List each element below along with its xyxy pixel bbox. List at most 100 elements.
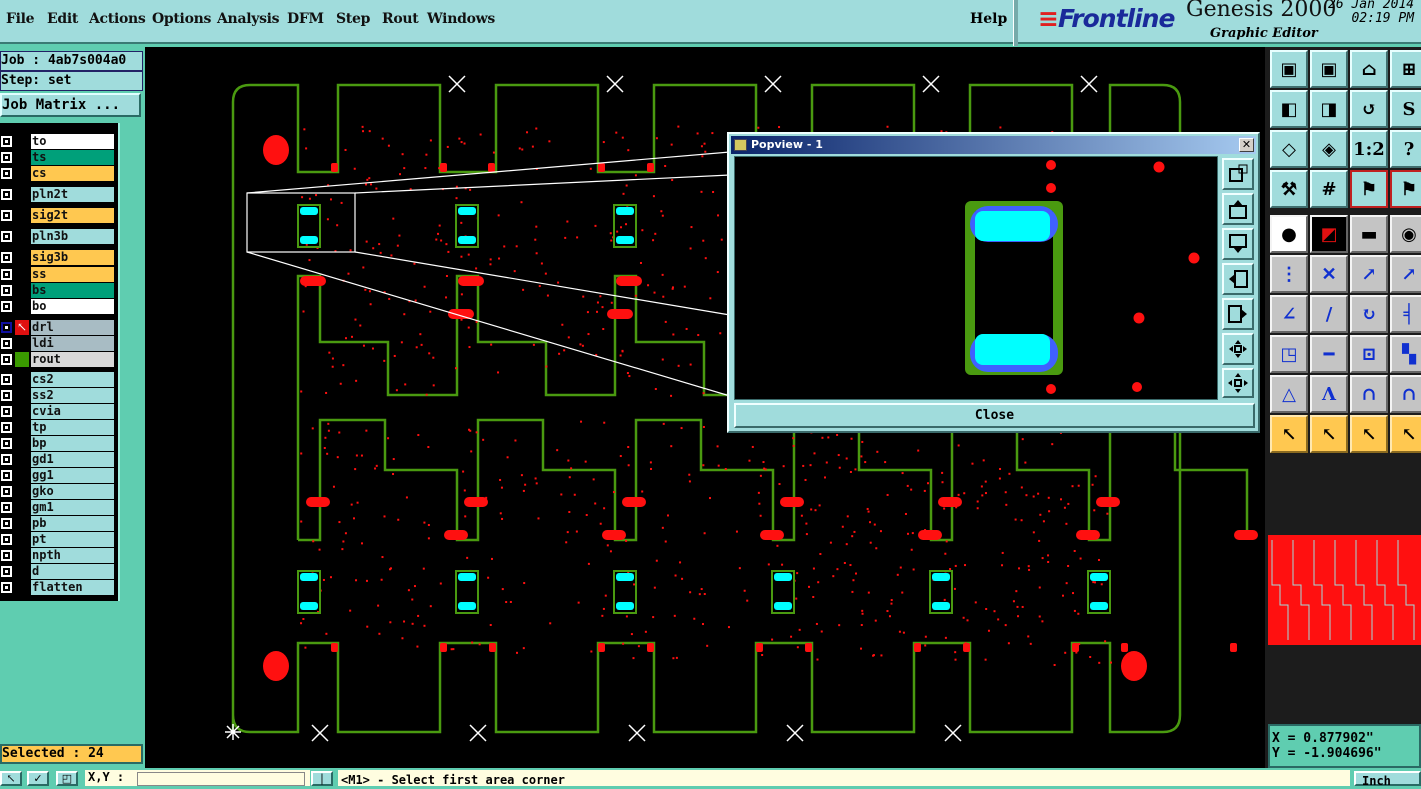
pointer-box-icon[interactable]: ↖ [1310, 415, 1348, 453]
pointer-route-icon[interactable]: ↖ [1390, 415, 1421, 453]
popview-pan-up-icon[interactable] [1222, 193, 1254, 225]
layer-checkbox[interactable] [1, 470, 12, 481]
layer-row-gm1[interactable]: gm1 [0, 500, 116, 515]
layer-row-bp[interactable]: bp [0, 436, 116, 451]
confirm-button[interactable]: ✓ [27, 771, 49, 786]
layer-row-bs[interactable]: bs [0, 283, 116, 298]
layer-name[interactable]: cs2 [31, 372, 114, 387]
layer-checkbox[interactable] [1, 438, 12, 449]
layer-checkbox[interactable] [1, 518, 12, 529]
help-icon[interactable]: ? [1390, 130, 1421, 168]
layer-name[interactable]: gko [31, 484, 114, 499]
layer-name[interactable]: ts [31, 150, 114, 165]
select-feature-icon[interactable]: ● [1270, 215, 1308, 253]
delete-node-icon[interactable]: ✕ [1310, 255, 1348, 293]
layer-checkbox[interactable] [1, 168, 12, 179]
layer-checkbox[interactable] [1, 136, 12, 147]
pad-icon[interactable]: ◉ [1390, 215, 1421, 253]
layer-row-pt[interactable]: pt [0, 532, 116, 547]
dimension-icon[interactable]: ⊡ [1350, 335, 1388, 373]
layer-row-sig3b[interactable]: sig3b [0, 250, 116, 265]
layer-name[interactable]: flatten [31, 580, 114, 595]
menu-step[interactable]: Step [336, 11, 370, 27]
popview-close-button[interactable]: Close [734, 403, 1255, 428]
layer-row-bo[interactable]: bo [0, 299, 116, 314]
ruler-icon[interactable]: ▬ [1350, 215, 1388, 253]
layer-checkbox[interactable] [1, 390, 12, 401]
layer-row-gg1[interactable]: gg1 [0, 468, 116, 483]
layer-row-drl[interactable]: ↖ drl [0, 320, 116, 335]
layer-name[interactable]: gd1 [31, 452, 114, 467]
layer-checkbox[interactable] [1, 354, 12, 365]
layer-row-flatten[interactable]: flatten [0, 580, 116, 595]
pan-right-icon[interactable]: ◨ [1310, 90, 1348, 128]
menu-dfm[interactable]: DFM [287, 11, 324, 27]
xy-apply-button[interactable]: | [311, 771, 333, 786]
snap-button[interactable]: ◰ [56, 771, 78, 786]
pan-left-icon[interactable]: ◧ [1270, 90, 1308, 128]
layer-checkbox[interactable] [1, 152, 12, 163]
layer-checkbox[interactable] [1, 550, 12, 561]
popview-pan-down-icon[interactable] [1222, 228, 1254, 260]
layer-name[interactable]: pln3b [31, 229, 114, 244]
layer-checkbox[interactable] [1, 252, 12, 263]
popview-pan-left-icon[interactable] [1222, 263, 1254, 295]
layer-checkbox[interactable] [1, 285, 12, 296]
popview-canvas[interactable] [734, 156, 1218, 400]
tools-icon[interactable]: ⚒ [1270, 170, 1308, 208]
arch-cross-icon[interactable]: ∩ [1390, 375, 1421, 413]
arch-measure-icon[interactable]: ∩ [1350, 375, 1388, 413]
popview-pan-right-icon[interactable] [1222, 298, 1254, 330]
move-node-filled-icon[interactable]: ↗ [1390, 255, 1421, 293]
layer-row-pln3b[interactable]: pln3b [0, 229, 116, 244]
layer-name[interactable]: to [31, 134, 114, 149]
merge-icon[interactable]: ▚ [1390, 335, 1421, 373]
layer-row-cs2[interactable]: cs2 [0, 372, 116, 387]
angle-measure-icon[interactable]: ∠ [1270, 295, 1308, 333]
layer-row-to[interactable]: to [0, 134, 116, 149]
layer-checkbox[interactable] [1, 406, 12, 417]
layer-checkbox[interactable] [1, 322, 12, 333]
layer-row-ss[interactable]: ss [0, 267, 116, 282]
layer-checkbox[interactable] [1, 454, 12, 465]
layer-row-ldi[interactable]: ldi [0, 336, 116, 351]
layer-checkbox[interactable] [1, 189, 12, 200]
layer-name[interactable]: pln2t [31, 187, 114, 202]
menu-windows[interactable]: Windows [427, 11, 495, 27]
zoom-in-layer-icon[interactable]: ▣ [1270, 50, 1308, 88]
layer-name[interactable]: pb [31, 516, 114, 531]
layer-row-gko[interactable]: gko [0, 484, 116, 499]
triangle-measure-icon[interactable]: △ [1270, 375, 1308, 413]
layer-row-cs[interactable]: cs [0, 166, 116, 181]
pointer-polygon-icon[interactable]: ↖ [1350, 415, 1388, 453]
zoom-center-icon[interactable]: ◈ [1310, 130, 1348, 168]
layer-name[interactable]: bs [31, 283, 114, 298]
layer-row-pln2t[interactable]: pln2t [0, 187, 116, 202]
layer-name[interactable]: tp [31, 420, 114, 435]
zoom-fit-icon[interactable]: ◇ [1270, 130, 1308, 168]
layer-list-scrollbar[interactable] [118, 123, 145, 601]
layer-name[interactable]: gm1 [31, 500, 114, 515]
layer-checkbox[interactable] [1, 338, 12, 349]
net-highlight-icon[interactable]: ⚑ [1350, 170, 1388, 208]
grid-icon[interactable]: # [1310, 170, 1348, 208]
layer-row-d[interactable]: d [0, 564, 116, 579]
popview-zoom-fit-icon[interactable] [1222, 333, 1254, 365]
layer-row-pb[interactable]: pb [0, 516, 116, 531]
layer-name[interactable]: drl [31, 320, 114, 335]
menu-rout[interactable]: Rout [382, 11, 419, 27]
move-node-icon[interactable]: ↗ [1350, 255, 1388, 293]
zoom-out-layer-icon[interactable]: ▣ [1310, 50, 1348, 88]
menu-help[interactable]: Help [970, 11, 1007, 27]
overview-thumbnail[interactable] [1268, 535, 1421, 645]
menu-actions[interactable]: Actions [89, 11, 146, 27]
layer-checkbox[interactable] [1, 486, 12, 497]
layer-name[interactable]: cvia [31, 404, 114, 419]
line-split-icon[interactable]: ━ [1310, 335, 1348, 373]
layer-row-tp[interactable]: tp [0, 420, 116, 435]
popview-titlebar[interactable]: Popview - 1 ✕ [731, 136, 1256, 154]
rotate-icon[interactable]: ↻ [1350, 295, 1388, 333]
layer-name[interactable]: bo [31, 299, 114, 314]
pointer-mode-button[interactable]: ↖ [0, 771, 22, 786]
layer-name[interactable]: bp [31, 436, 114, 451]
